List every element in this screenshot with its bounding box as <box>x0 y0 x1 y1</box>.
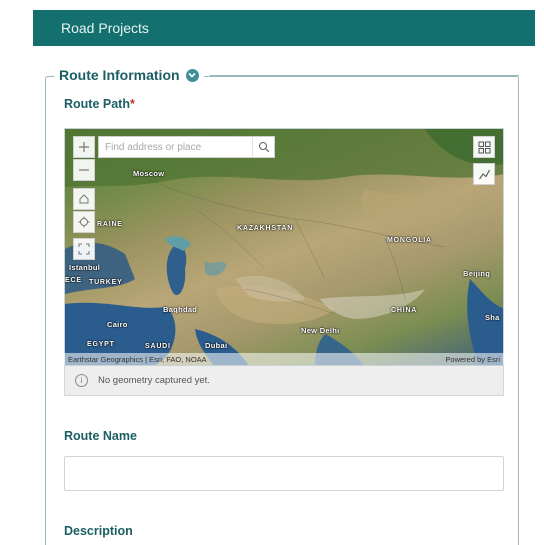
map-label-beijing: Beijing <box>463 269 491 278</box>
map-label-turkey: TURKEY <box>89 279 123 286</box>
fullscreen-button[interactable] <box>73 238 95 260</box>
map-attribution: Earthstar Geographics | Esri, FAO, NOAA … <box>64 353 504 365</box>
section-title: Route Information <box>59 67 180 83</box>
map-label-kazakhstan: KAZAKHSTAN <box>237 225 294 232</box>
fullscreen-icon <box>78 243 90 255</box>
map-label-saudi: SAUDI <box>145 343 171 350</box>
section-divider <box>210 75 519 76</box>
home-button[interactable] <box>73 188 95 210</box>
route-name-label: Route Name <box>64 429 137 443</box>
map-search <box>98 136 275 158</box>
polyline-icon <box>478 169 490 179</box>
map-label-raine: RAINE <box>97 221 123 228</box>
map-label-dubai: Dubai <box>205 341 228 350</box>
map-terrain <box>65 129 503 365</box>
app-header: Road Projects <box>33 10 535 46</box>
route-map[interactable]: Moscow KAZAKHSTAN MONGOLIA RAINE Istanbu… <box>64 128 504 366</box>
map-label-moscow: Moscow <box>133 169 165 178</box>
map-search-input[interactable] <box>99 137 252 157</box>
powered-by-text[interactable]: Powered by Esri <box>445 355 500 364</box>
zoom-out-button[interactable] <box>73 159 95 181</box>
attribution-text: Earthstar Geographics | Esri, FAO, NOAA <box>68 354 207 364</box>
search-icon <box>258 141 269 153</box>
required-marker: * <box>129 97 135 111</box>
chevron-down-icon[interactable] <box>185 68 199 82</box>
grid-icon <box>478 141 490 153</box>
section-legend[interactable]: Route Information <box>54 66 204 84</box>
search-button[interactable] <box>252 137 274 157</box>
route-name-input[interactable] <box>64 456 504 491</box>
map-label-cairo: Cairo <box>107 320 128 329</box>
map-label-sha: Sha <box>485 313 500 322</box>
map-label-ece: ECE <box>65 277 82 284</box>
map-label-new-delhi: New Delhi <box>301 326 340 335</box>
route-path-label: Route Path* <box>64 97 135 111</box>
map-label-mongolia: MONGOLIA <box>387 237 432 244</box>
locate-button[interactable] <box>73 211 95 233</box>
home-icon <box>79 194 89 204</box>
plus-icon <box>79 142 89 152</box>
header-title: Road Projects <box>61 20 149 36</box>
geometry-status-text: No geometry captured yet. <box>98 375 210 386</box>
zoom-in-button[interactable] <box>73 136 95 158</box>
map-label-china: CHINA <box>391 307 418 314</box>
info-icon: i <box>75 374 88 387</box>
geometry-status: i No geometry captured yet. <box>64 366 504 396</box>
map-label-baghdad: Baghdad <box>163 305 198 314</box>
draw-polyline-button[interactable] <box>473 163 495 185</box>
map-label-istanbul: Istanbul <box>69 263 101 272</box>
description-label: Description <box>64 524 133 538</box>
map-label-egypt: EGYPT <box>87 341 115 348</box>
basemap-gallery-button[interactable] <box>473 136 495 158</box>
minus-icon <box>79 169 89 171</box>
locate-icon <box>78 216 90 228</box>
